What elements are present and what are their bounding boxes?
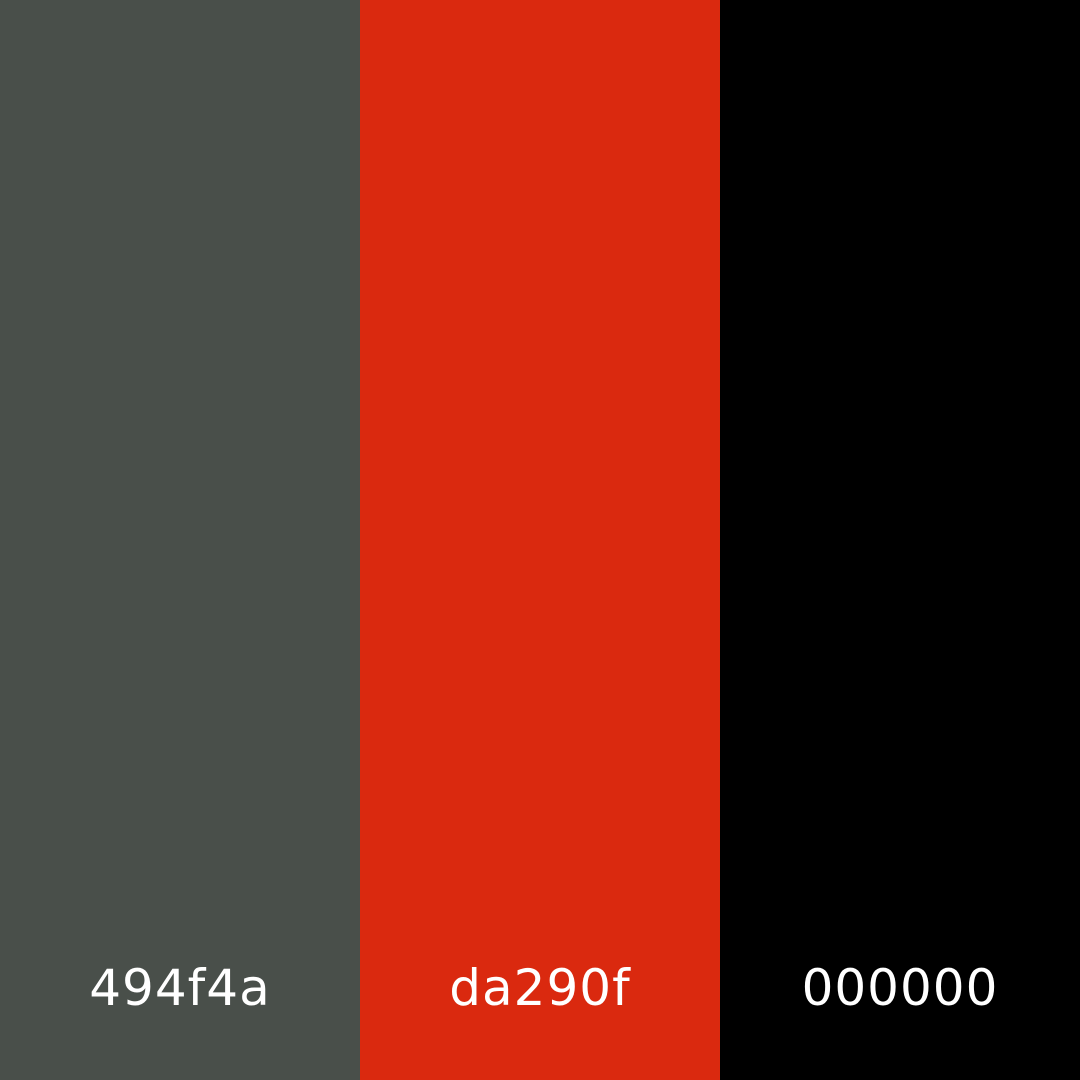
color-swatch-2: da290f	[360, 0, 720, 1080]
color-swatch-1: 494f4a	[0, 0, 360, 1080]
color-palette: 494f4a da290f 000000	[0, 0, 1080, 1080]
color-swatch-3: 000000	[720, 0, 1080, 1080]
swatch-hex-label-1: 494f4a	[89, 959, 271, 1017]
swatch-hex-label-2: da290f	[449, 959, 631, 1017]
swatch-hex-label-3: 000000	[801, 959, 999, 1017]
